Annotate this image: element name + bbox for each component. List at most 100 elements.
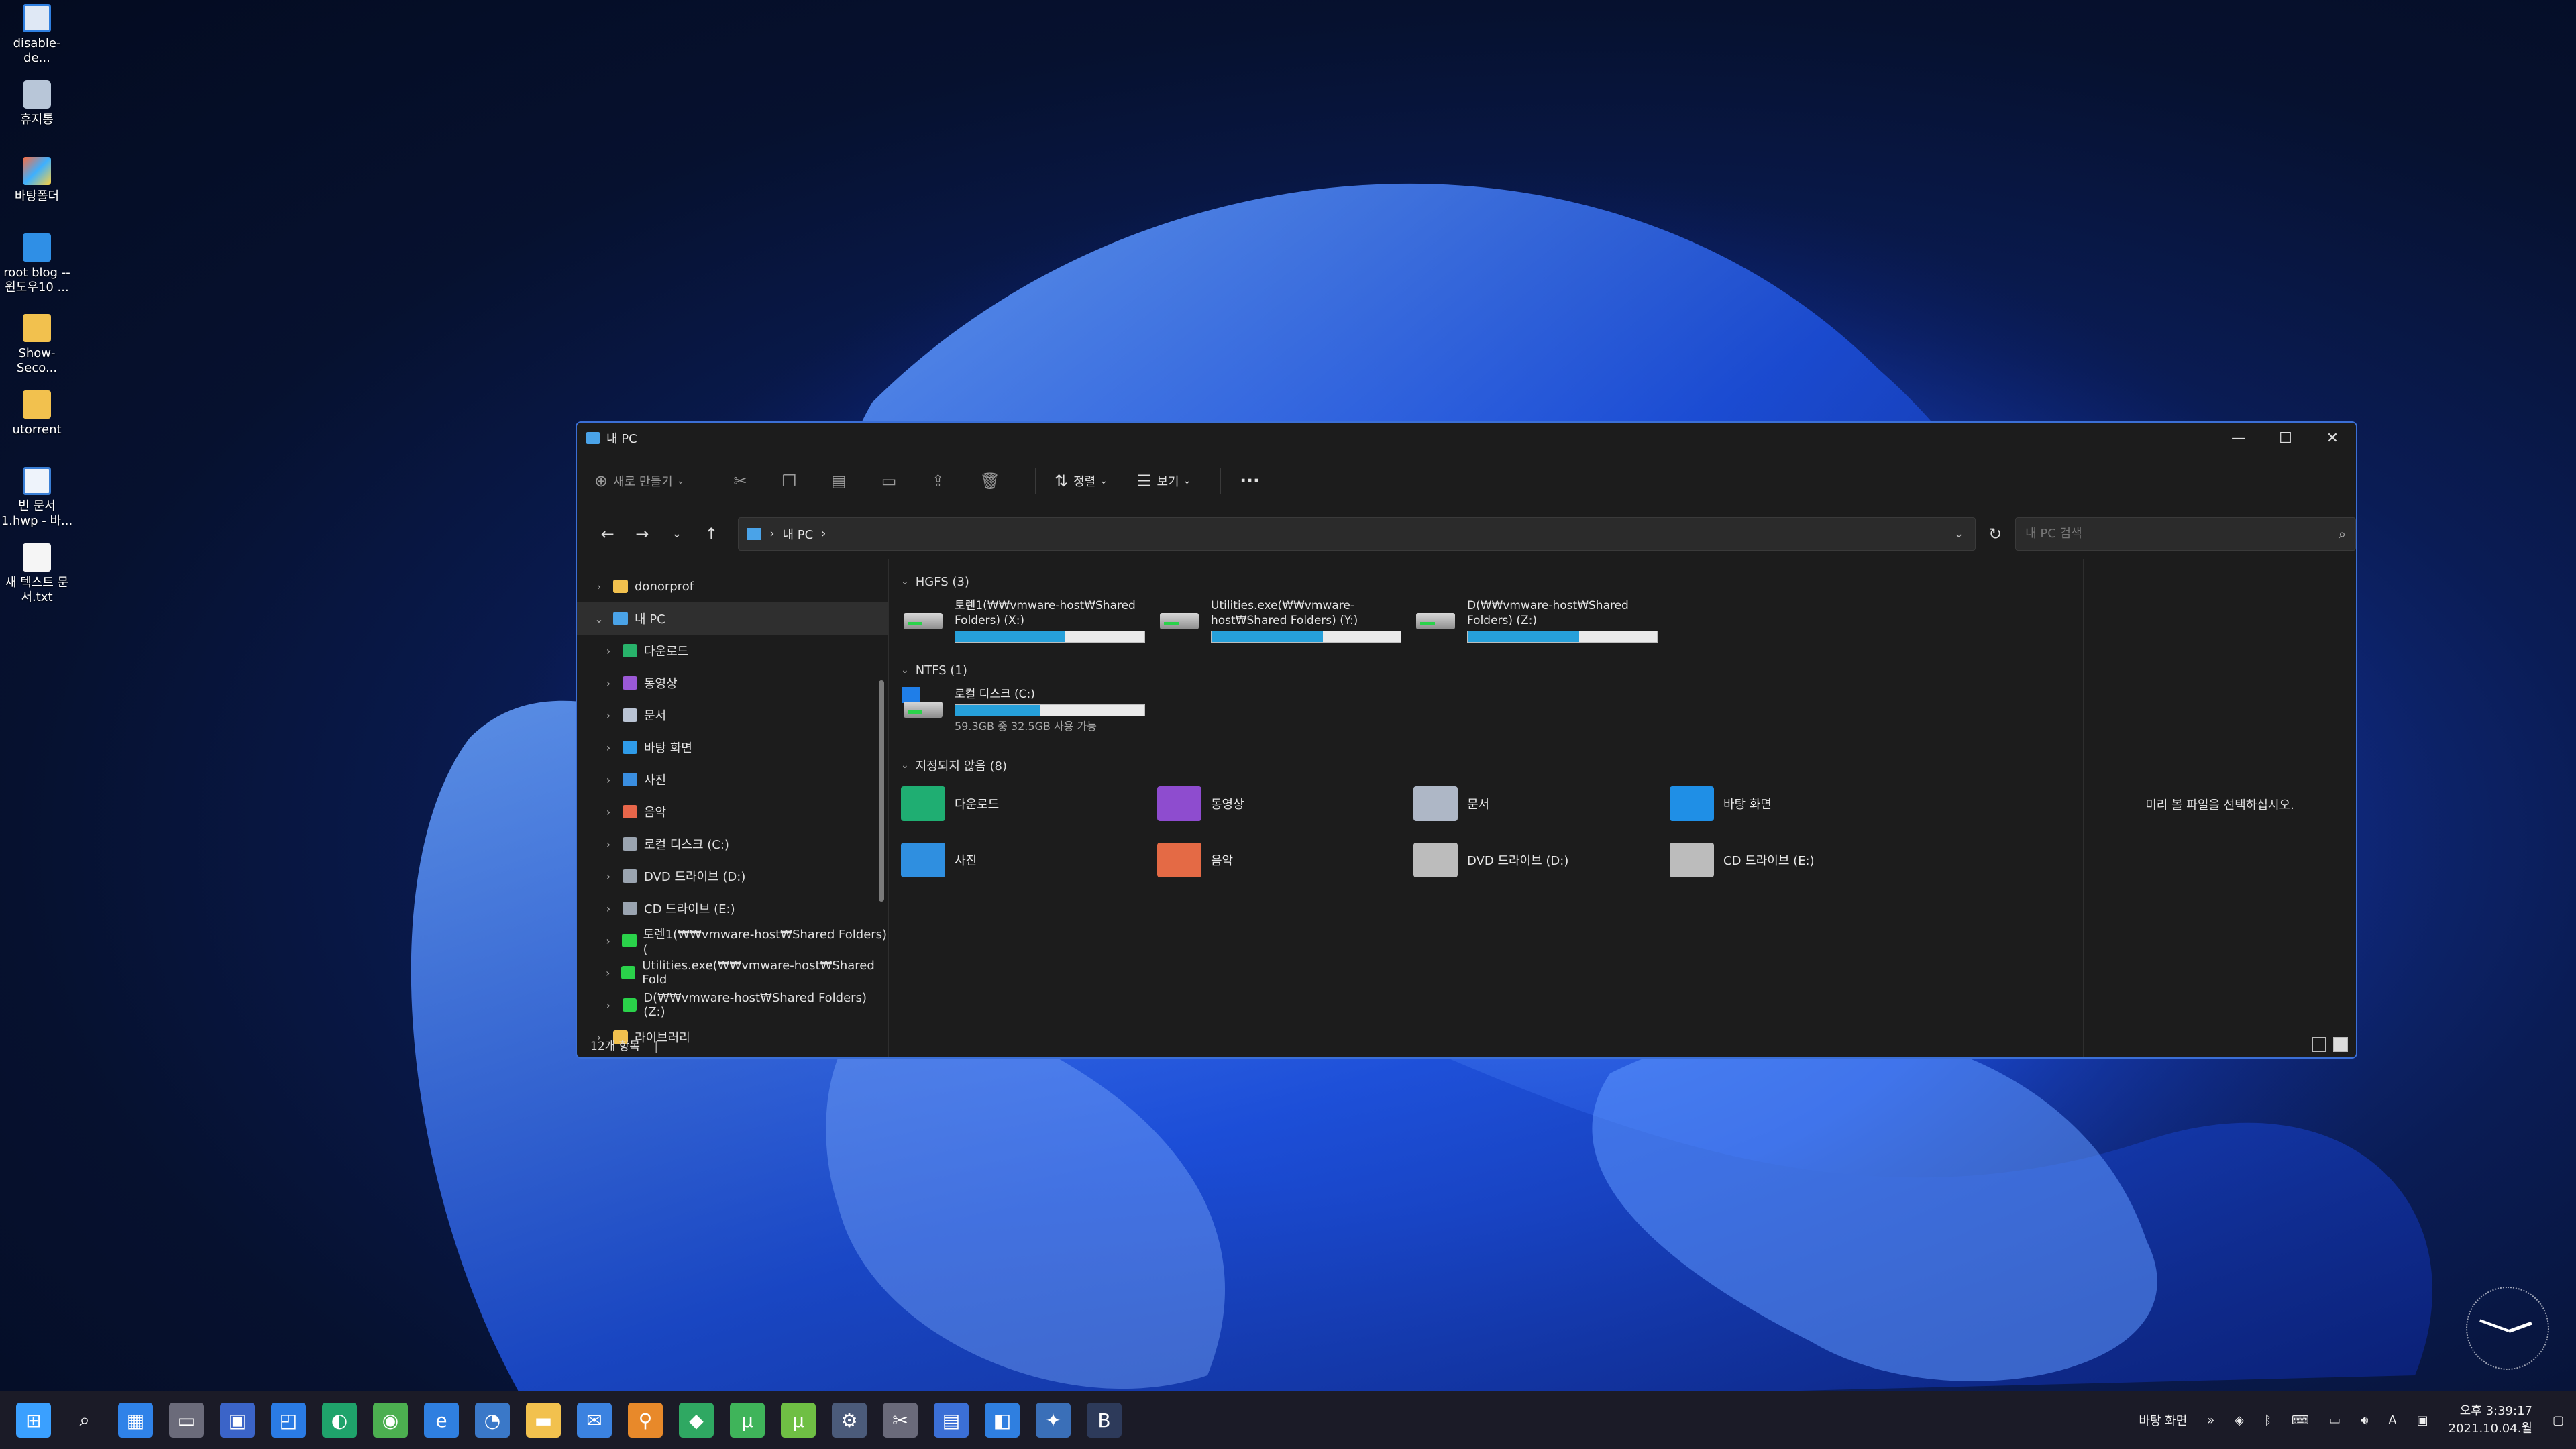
desktop-icon-utorrent[interactable]: utorrent: [0, 390, 74, 437]
save-icon[interactable]: ▣: [220, 1403, 255, 1438]
address-dropdown-icon[interactable]: ⌄: [1954, 527, 1964, 541]
chevron-right-icon[interactable]: ›: [600, 677, 617, 690]
delete-button[interactable]: 🗑︎: [979, 472, 1005, 490]
utorrent-icon[interactable]: µ: [730, 1403, 765, 1438]
desktop-icon-root-blog[interactable]: root blog -- 윈도우10 ...: [0, 233, 74, 295]
volume-icon[interactable]: 🔊︎: [2361, 1413, 2368, 1428]
folder-tile[interactable]: 사진: [901, 832, 1157, 888]
chevron-right-icon[interactable]: ›: [600, 967, 616, 979]
remote-icon[interactable]: ▤: [934, 1403, 969, 1438]
cut-button[interactable]: ✂: [733, 472, 752, 490]
nav-tree-item[interactable]: › donorprof: [577, 570, 888, 602]
widgets-icon[interactable]: ▦: [118, 1403, 153, 1438]
desktop-icon-show-seco[interactable]: Show-Seco...: [0, 314, 74, 376]
nav-tree-item[interactable]: › 사진: [577, 763, 888, 796]
mail-icon[interactable]: ✉: [577, 1403, 612, 1438]
chevron-right-icon[interactable]: ›: [600, 902, 617, 915]
chevron-right-icon[interactable]: ›: [600, 741, 617, 754]
desktop-icon-app[interactable]: 바탕폴더: [0, 157, 74, 204]
ie-icon[interactable]: e: [424, 1403, 459, 1438]
nav-tree-item[interactable]: › 바탕 화면: [577, 731, 888, 763]
new-button[interactable]: ⊕ 새로 만들기 ⌄: [594, 472, 684, 490]
rename-button[interactable]: ▭: [881, 472, 902, 490]
search-icon[interactable]: ⌕: [67, 1403, 102, 1438]
start-icon[interactable]: ⊞: [16, 1403, 51, 1438]
nav-tree-item[interactable]: › 토렌1(₩₩vmware-host₩Shared Folders) (: [577, 924, 888, 957]
file-explorer-icon[interactable]: ▬: [526, 1403, 561, 1438]
forward-button[interactable]: →: [625, 525, 660, 543]
folder-tile[interactable]: CD 드라이브 (E:): [1670, 832, 1926, 888]
breadcrumb-this-pc[interactable]: 내 PC: [782, 525, 813, 543]
desktop-icon-recycle-bin[interactable]: 휴지통: [0, 80, 74, 127]
pin-icon[interactable]: ◆: [679, 1403, 714, 1438]
up-button[interactable]: ↑: [694, 525, 729, 543]
group-header-hgfs[interactable]: ⌄ HGFS (3): [901, 572, 2083, 592]
nav-tree-item[interactable]: › 동영상: [577, 667, 888, 699]
share-button[interactable]: ⇪: [931, 472, 950, 490]
tray-clock[interactable]: 오후 3:39:17 2021.10.04.월: [2449, 1403, 2532, 1438]
bold-icon[interactable]: B: [1087, 1403, 1122, 1438]
nav-tree-item[interactable]: › 로컬 디스크 (C:): [577, 828, 888, 860]
maximize-button[interactable]: ☐: [2262, 423, 2309, 453]
view-button[interactable]: ☰ 보기 ⌄: [1137, 472, 1191, 490]
ime-mode-icon[interactable]: ▣: [2417, 1413, 2428, 1428]
chevron-right-icon[interactable]: ›: [600, 806, 617, 818]
group-header-unassigned[interactable]: ⌄ 지정되지 않음 (8): [901, 755, 2083, 775]
back-button[interactable]: ←: [590, 525, 625, 543]
chevron-down-icon[interactable]: ⌄: [590, 612, 608, 625]
folder-tile[interactable]: 동영상: [1157, 775, 1413, 832]
drive-tile[interactable]: 토렌1(₩₩vmware-host₩Shared Folders) (X:): [901, 592, 1157, 656]
minimize-button[interactable]: —: [2215, 423, 2262, 453]
drive-tile[interactable]: 로컬 디스크 (C:) 59.3GB 중 32.5GB 사용 가능: [901, 680, 1157, 745]
desktop-toolbar-label[interactable]: 바탕 화면: [2139, 1411, 2187, 1429]
chevron-right-icon[interactable]: ›: [590, 580, 608, 593]
keyboard-icon[interactable]: ⌨: [2292, 1413, 2309, 1428]
breadcrumb-separator[interactable]: ›: [821, 527, 826, 541]
chrome-icon[interactable]: ◉: [373, 1403, 408, 1438]
torrent-icon[interactable]: µ: [781, 1403, 816, 1438]
chevron-right-icon[interactable]: ›: [600, 870, 617, 883]
desktop-icon-hwp[interactable]: 빈 문서 1.hwp - 바...: [0, 467, 74, 529]
ime-indicator[interactable]: A: [2388, 1413, 2396, 1428]
drive-tile[interactable]: D(₩₩vmware-host₩Shared Folders) (Z:): [1413, 592, 1670, 656]
chevron-right-icon[interactable]: ›: [600, 999, 617, 1012]
sort-button[interactable]: ⇅ 정렬 ⌄: [1055, 472, 1108, 490]
copy-button[interactable]: ❐: [782, 472, 802, 490]
refresh-button[interactable]: ↻: [1976, 525, 2015, 543]
ccleaner-icon[interactable]: ◔: [475, 1403, 510, 1438]
close-button[interactable]: ✕: [2309, 423, 2356, 453]
nav-tree-item[interactable]: › DVD 드라이브 (D:): [577, 860, 888, 892]
nav-tree-item[interactable]: › 음악: [577, 796, 888, 828]
folder-tile[interactable]: 음악: [1157, 832, 1413, 888]
tools-icon[interactable]: ✂: [883, 1403, 918, 1438]
chevron-right-icon[interactable]: ›: [600, 773, 617, 786]
chevron-right-icon[interactable]: ›: [600, 934, 616, 947]
nav-tree-item[interactable]: › 다운로드: [577, 635, 888, 667]
tool-icon[interactable]: ⚙: [832, 1403, 867, 1438]
group-header-ntfs[interactable]: ⌄ NTFS (1): [901, 660, 2083, 680]
details-view-button[interactable]: [2312, 1037, 2326, 1052]
nav-tree-item[interactable]: › D(₩₩vmware-host₩Shared Folders) (Z:): [577, 989, 888, 1021]
more-options-button[interactable]: ···: [1240, 471, 1260, 491]
tray-overflow-icon[interactable]: »: [2207, 1413, 2214, 1428]
paste-button[interactable]: ▤: [831, 472, 852, 490]
search-box[interactable]: ⌕: [2015, 517, 2356, 551]
drive-tile[interactable]: Utilities.exe(₩₩vmware-host₩Shared Folde…: [1157, 592, 1413, 656]
title-bar[interactable]: 내 PC: [577, 423, 2356, 453]
desktop-icon-disable[interactable]: disable-de...: [0, 4, 74, 66]
edge-icon[interactable]: ◐: [322, 1403, 357, 1438]
nav-tree-item[interactable]: › CD 드라이브 (E:): [577, 892, 888, 924]
nav-tree-item[interactable]: › Utilities.exe(₩₩vmware-host₩Shared Fold: [577, 957, 888, 989]
address-bar[interactable]: › 내 PC › ⌄: [738, 517, 1976, 551]
nav-tree-item[interactable]: › 문서: [577, 699, 888, 731]
store-icon[interactable]: ◰: [271, 1403, 306, 1438]
chevron-right-icon[interactable]: ›: [600, 838, 617, 851]
taskview-icon[interactable]: ▭: [169, 1403, 204, 1438]
tiles-view-button[interactable]: [2333, 1037, 2348, 1052]
bluetooth-icon[interactable]: ᛒ: [2264, 1413, 2271, 1428]
chevron-right-icon[interactable]: ›: [600, 645, 617, 657]
magnifier-icon[interactable]: ⚲: [628, 1403, 663, 1438]
network-icon[interactable]: ◈: [2235, 1413, 2244, 1428]
folder-tile[interactable]: DVD 드라이브 (D:): [1413, 832, 1670, 888]
nav-tree-item[interactable]: ⌄ 내 PC: [577, 602, 888, 635]
